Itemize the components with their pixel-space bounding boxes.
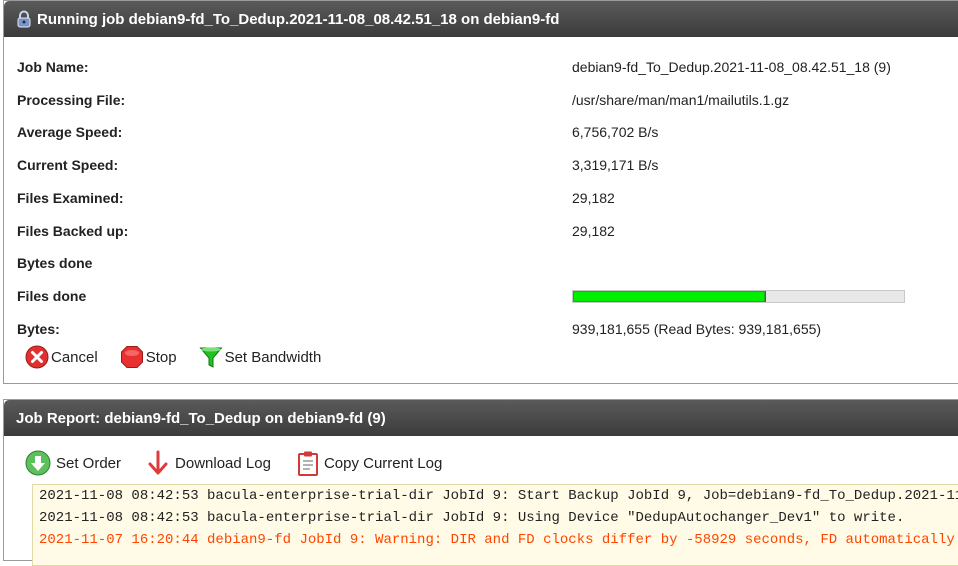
job-report-title: Job Report: debian9-fd_To_Dedup on debia… [16, 409, 386, 427]
processing-file-row: Processing File: /usr/share/man/man1/mai… [17, 90, 947, 110]
running-job-title: Running job debian9-fd_To_Dedup.2021-11-… [37, 10, 560, 28]
log-line: 2021-11-08 08:42:53 bacula-enterprise-tr… [39, 488, 958, 504]
download-log-label: Download Log [175, 454, 271, 472]
current-speed-label: Current Speed: [17, 157, 119, 173]
funnel-icon [198, 347, 223, 368]
average-speed-value: 6,756,702 B/s [572, 124, 659, 140]
running-job-header: Running job debian9-fd_To_Dedup.2021-11-… [4, 1, 958, 37]
current-speed-value: 3,319,171 B/s [572, 157, 659, 173]
copy-current-log-button[interactable]: Copy Current Log [296, 450, 442, 476]
clipboard-icon [297, 451, 318, 476]
files-done-label: Files done [17, 288, 87, 304]
arrow-down-circle-icon [25, 450, 51, 476]
copy-current-log-label: Copy Current Log [323, 454, 443, 472]
bytes-label: Bytes: [17, 321, 60, 337]
lock-icon [17, 10, 31, 28]
bytes-row: Bytes: 939,181,655 (Read Bytes: 939,181,… [17, 319, 947, 339]
files-backed-up-row: Files Backed up: 29,182 [17, 221, 947, 241]
running-job-panel: Running job debian9-fd_To_Dedup.2021-11-… [3, 0, 958, 384]
job-log-output[interactable]: 2021-11-08 08:42:53 bacula-enterprise-tr… [32, 484, 958, 566]
bytes-done-row: Bytes done [17, 253, 947, 273]
report-action-bar: Set Order Download Log Copy Current Log [25, 450, 464, 476]
average-speed-row: Average Speed: 6,756,702 B/s [17, 122, 947, 142]
log-line: 2021-11-08 08:42:53 bacula-enterprise-tr… [39, 510, 905, 526]
average-speed-label: Average Speed: [17, 124, 123, 140]
set-order-label: Set Order [56, 454, 122, 472]
files-done-progress-fill [573, 290, 766, 302]
job-report-panel: Job Report: debian9-fd_To_Dedup on debia… [3, 399, 958, 566]
set-bandwidth-button[interactable]: Set Bandwidth [198, 345, 322, 369]
bytes-done-label: Bytes done [17, 255, 93, 271]
cancel-button[interactable]: Cancel [25, 345, 98, 369]
files-backed-up-value: 29,182 [572, 223, 615, 239]
download-arrow-icon [148, 450, 168, 475]
cancel-icon [25, 345, 49, 369]
job-name-row: Job Name: debian9-fd_To_Dedup.2021-11-08… [17, 57, 947, 77]
files-done-progress-bar [572, 289, 905, 303]
stop-icon [120, 346, 143, 368]
files-backed-up-label: Files Backed up: [17, 223, 129, 239]
files-done-row: Files done [17, 286, 947, 306]
set-order-button[interactable]: Set Order [25, 450, 121, 476]
files-examined-row: Files Examined: 29,182 [17, 188, 947, 208]
log-line-warning: 2021-11-07 16:20:44 debian9-fd JobId 9: … [39, 532, 958, 548]
set-bandwidth-label: Set Bandwidth [224, 348, 322, 366]
current-speed-row: Current Speed: 3,319,171 B/s [17, 155, 947, 175]
download-log-button[interactable]: Download Log [146, 450, 271, 476]
job-report-header: Job Report: debian9-fd_To_Dedup on debia… [4, 400, 958, 436]
job-name-value: debian9-fd_To_Dedup.2021-11-08_08.42.51_… [572, 59, 891, 75]
processing-file-value: /usr/share/man/man1/mailutils.1.gz [572, 92, 790, 108]
bytes-value: 939,181,655 (Read Bytes: 939,181,655) [572, 321, 822, 337]
files-examined-label: Files Examined: [17, 190, 124, 206]
job-action-bar: Cancel Stop Set Bandwidth [25, 345, 343, 369]
cancel-label: Cancel [51, 348, 98, 366]
stop-label: Stop [145, 348, 177, 366]
job-name-label: Job Name: [17, 59, 89, 75]
files-examined-value: 29,182 [572, 190, 615, 206]
processing-file-label: Processing File: [17, 92, 126, 108]
stop-button[interactable]: Stop [120, 345, 177, 369]
